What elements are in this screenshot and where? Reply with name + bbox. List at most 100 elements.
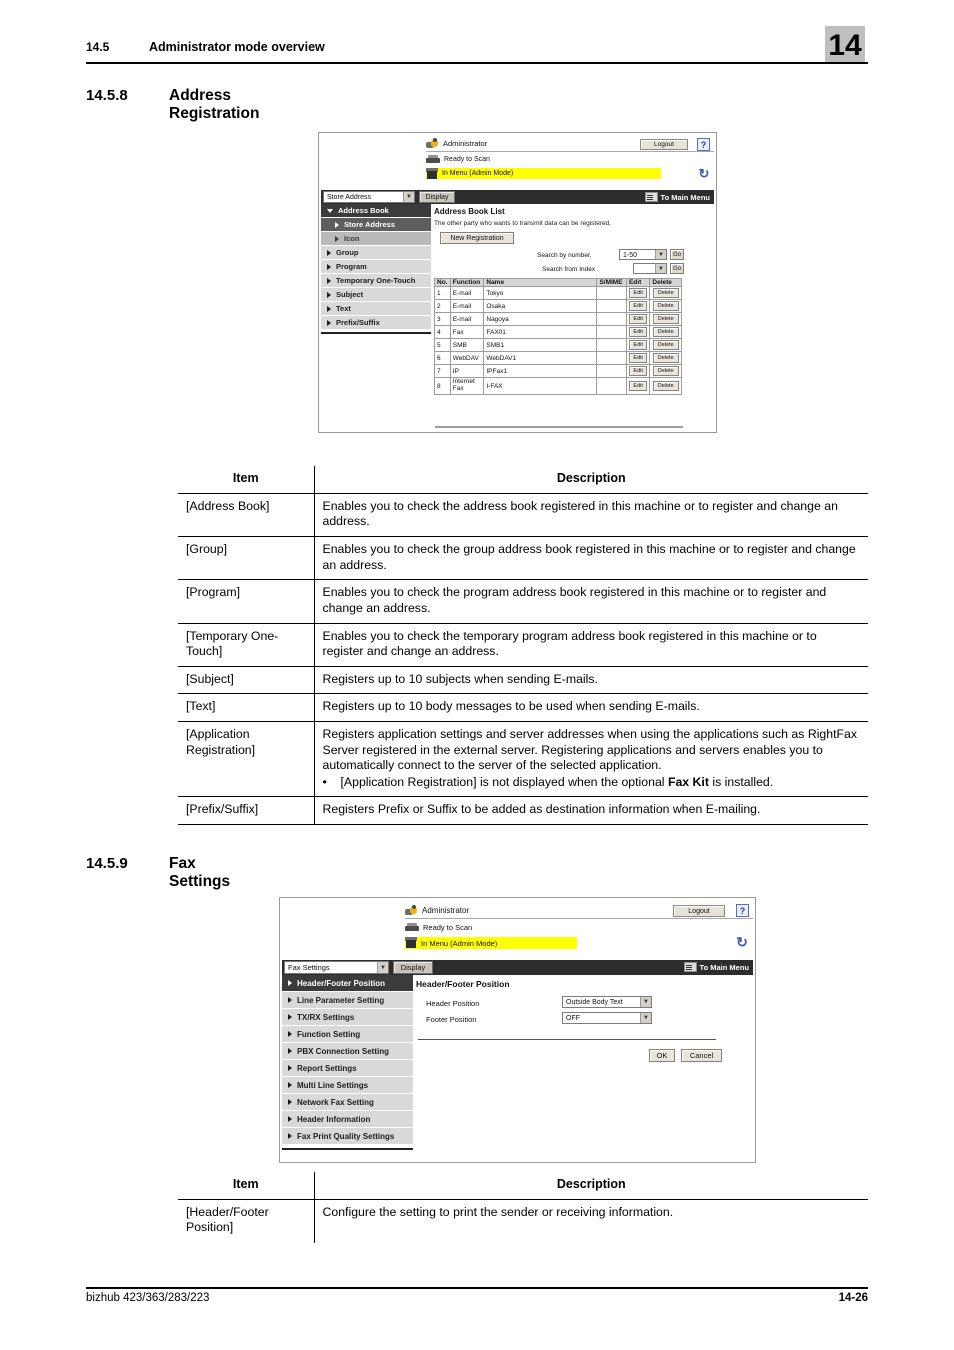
cell-name: Tokyo	[483, 286, 598, 300]
section-title: Fax Settings	[169, 855, 231, 890]
sidebar-item-prefix-suffix[interactable]: Prefix/Suffix	[321, 316, 431, 330]
edit-button[interactable]: Edit	[629, 340, 648, 350]
search-from-index-go-button[interactable]: Go	[670, 263, 684, 274]
table-row: [Address Book] Enables you to check the …	[178, 493, 868, 538]
sidebar-item-store-address[interactable]: Store Address	[321, 218, 431, 232]
sidebar-nav: Address Book Store Address Icon Group Pr…	[321, 204, 431, 330]
help-icon[interactable]: ?	[736, 904, 749, 917]
sidebar-item-text[interactable]: Text	[321, 302, 431, 316]
cell-function: E-mail	[449, 286, 485, 300]
chevron-right-icon	[288, 1099, 292, 1105]
status-ready-to-scan: Ready to Scan	[426, 155, 490, 164]
status-in-menu: In Menu (Admin Mode)	[405, 937, 577, 949]
cell-delete: Delete	[649, 325, 682, 339]
web-status-block: Ready to Scan In Menu (Admin Mode) ↻	[405, 923, 753, 957]
edit-button[interactable]: Edit	[629, 288, 648, 298]
table-fax-settings: Item Description [Header/Footer Position…	[178, 1172, 868, 1244]
sidebar-item-fax-print-quality-settings[interactable]: Fax Print Quality Settings	[282, 1128, 413, 1145]
sidebar-item-network-fax-setting[interactable]: Network Fax Setting	[282, 1094, 413, 1111]
table-row: [Application Registration] Registers app…	[178, 721, 868, 798]
header-position-select[interactable]: Outside Body Text ▼	[562, 996, 652, 1008]
cell-function: E-mail	[449, 312, 485, 326]
row-description: Registers up to 10 body messages to be u…	[314, 693, 868, 722]
search-by-number-go-button[interactable]: Go	[670, 249, 684, 260]
sidebar-item-pbx-connection-setting[interactable]: PBX Connection Setting	[282, 1043, 413, 1060]
th-delete: Delete	[649, 278, 682, 287]
footer-rule	[86, 1287, 868, 1289]
edit-button[interactable]: Edit	[629, 381, 648, 391]
delete-button[interactable]: Delete	[652, 314, 679, 324]
sidebar-item-function-setting[interactable]: Function Setting	[282, 1026, 413, 1043]
sidebar-item-program[interactable]: Program	[321, 260, 431, 274]
sidebar-item-header-information[interactable]: Header Information	[282, 1111, 413, 1128]
module-select[interactable]: Store Address ▼	[323, 191, 415, 203]
display-button[interactable]: Display	[419, 191, 455, 203]
delete-button[interactable]: Delete	[652, 288, 679, 298]
status-scan-label: Ready to Scan	[423, 923, 473, 932]
row-description: Registers Prefix or Suffix to be added a…	[314, 796, 868, 826]
cell-name: IPFax1	[483, 364, 598, 378]
content-divider	[418, 1039, 716, 1040]
sidebar-bottom-rule	[282, 1148, 413, 1150]
sidebar-item-address-book[interactable]: Address Book	[321, 204, 431, 218]
sidebar-item-header-footer-position[interactable]: Header/Footer Position	[282, 975, 413, 992]
to-main-menu-button[interactable]: To Main Menu	[683, 962, 749, 972]
cell-no: 4	[434, 325, 451, 339]
sidebar-item-tx-rx-settings[interactable]: TX/RX Settings	[282, 1009, 413, 1026]
sidebar-item-label: Address Book	[338, 206, 389, 215]
edit-button[interactable]: Edit	[629, 301, 648, 311]
search-by-number-select[interactable]: 1-50 ▼	[619, 249, 667, 260]
delete-button[interactable]: Delete	[652, 381, 679, 391]
new-registration-button[interactable]: New Registration	[440, 232, 514, 244]
cell-delete: Delete	[649, 364, 682, 378]
sidebar-item-temporary-one-touch[interactable]: Temporary One-Touch	[321, 274, 431, 288]
cell-function: SMB	[449, 338, 485, 352]
cell-no: 7	[434, 364, 451, 378]
ok-button[interactable]: OK	[649, 1049, 675, 1062]
logout-button[interactable]: Logout	[673, 905, 725, 917]
delete-button[interactable]: Delete	[652, 340, 679, 350]
chevron-right-icon	[327, 291, 331, 298]
chevron-right-icon	[288, 1082, 292, 1088]
cell-smime	[596, 286, 627, 300]
cell-delete: Delete	[649, 351, 682, 365]
search-from-index-select[interactable]: ▼	[633, 263, 667, 274]
cell-delete: Delete	[649, 312, 682, 326]
refresh-icon[interactable]: ↻	[735, 935, 749, 950]
footer-position-select[interactable]: OFF ▼	[562, 1012, 652, 1024]
header-position-label: Header Position	[426, 999, 480, 1008]
cell-edit: Edit	[625, 351, 651, 365]
table-header-row: No. Function Name S/MIME Edit Delete	[434, 278, 682, 287]
row-item: [Temporary One-Touch]	[178, 623, 315, 667]
module-select[interactable]: Fax Settings ▼	[284, 961, 389, 974]
cancel-button[interactable]: Cancel	[681, 1049, 722, 1062]
delete-button[interactable]: Delete	[652, 327, 679, 337]
help-icon[interactable]: ?	[697, 138, 710, 151]
to-main-menu-button[interactable]: To Main Menu	[644, 192, 710, 202]
sidebar-item-icon[interactable]: Icon	[321, 232, 431, 246]
sidebar-item-multi-line-settings[interactable]: Multi Line Settings	[282, 1077, 413, 1094]
edit-button[interactable]: Edit	[629, 353, 648, 363]
delete-button[interactable]: Delete	[652, 301, 679, 311]
chevron-right-icon	[335, 235, 339, 242]
edit-button[interactable]: Edit	[629, 327, 648, 337]
sidebar-item-label: TX/RX Settings	[297, 1012, 355, 1022]
delete-button[interactable]: Delete	[652, 366, 679, 376]
sidebar-item-subject[interactable]: Subject	[321, 288, 431, 302]
cell-function: Fax	[449, 325, 485, 339]
sidebar-item-label: Header/Footer Position	[297, 978, 386, 988]
logout-button[interactable]: Logout	[640, 139, 688, 150]
delete-button[interactable]: Delete	[652, 353, 679, 363]
cell-edit: Edit	[625, 377, 651, 395]
main-menu-icon	[644, 192, 658, 202]
display-button[interactable]: Display	[393, 961, 433, 974]
refresh-icon[interactable]: ↻	[697, 167, 711, 181]
sidebar-item-group[interactable]: Group	[321, 246, 431, 260]
sidebar-item-line-parameter-setting[interactable]: Line Parameter Setting	[282, 992, 413, 1009]
edit-button[interactable]: Edit	[629, 314, 648, 324]
chevron-right-icon	[288, 980, 292, 986]
table-row: [Subject] Registers up to 10 subjects wh…	[178, 666, 868, 695]
edit-button[interactable]: Edit	[629, 366, 648, 376]
sidebar-item-label: Line Parameter Setting	[297, 995, 385, 1005]
sidebar-item-report-settings[interactable]: Report Settings	[282, 1060, 413, 1077]
